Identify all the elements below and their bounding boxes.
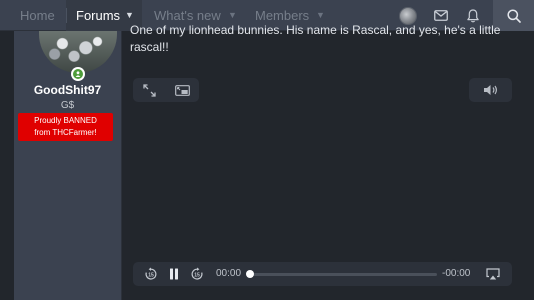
pause-icon: [170, 268, 178, 280]
user-info-panel: GoodShit97 G$ Proudly BANNED from THCFar…: [14, 31, 121, 300]
username[interactable]: GoodShit97: [14, 83, 121, 97]
remaining-time: -00:00: [442, 268, 471, 279]
volume-icon: [483, 85, 497, 95]
expand-icon: [143, 83, 156, 97]
airplay-icon: [486, 268, 500, 280]
video-player-controls: 15 15 00:00 -00:00: [133, 262, 512, 286]
online-status-indicator: [71, 67, 85, 81]
volume-button[interactable]: [469, 78, 512, 102]
banner-line-2: from THCFarmer!: [34, 128, 97, 137]
rewind-15-button[interactable]: 15: [141, 262, 161, 286]
svg-text:15: 15: [194, 273, 200, 279]
picture-in-picture-icon: [175, 84, 190, 96]
envelope-icon: [433, 10, 448, 21]
nav-forums[interactable]: Forums: [76, 0, 120, 31]
banner-line-1: Proudly BANNED: [34, 116, 97, 125]
pause-button[interactable]: [165, 262, 183, 286]
video-top-controls: [133, 78, 199, 102]
user-banner: Proudly BANNED from THCFarmer!: [18, 113, 113, 141]
user-online-icon: [75, 71, 81, 77]
nav-home[interactable]: Home: [20, 0, 55, 31]
progress-track[interactable]: [249, 273, 437, 276]
bell-icon: [466, 8, 479, 22]
user-title: G$: [60, 100, 75, 111]
search-icon: [506, 8, 521, 23]
picture-in-picture-button[interactable]: [166, 78, 199, 102]
rewind-15-icon: 15: [145, 267, 157, 280]
panel-divider: [121, 31, 122, 300]
current-time: 00:00: [216, 268, 242, 279]
fullscreen-button[interactable]: [133, 78, 166, 102]
airplay-button[interactable]: [483, 262, 503, 286]
forward-15-button[interactable]: 15: [187, 262, 207, 286]
message-body: One of my lionhead bunnies. His name is …: [130, 23, 501, 54]
nav-separator: [66, 8, 67, 23]
progress-scrubber[interactable]: [246, 270, 254, 278]
svg-text:15: 15: [148, 273, 154, 279]
forward-15-icon: 15: [191, 267, 203, 280]
